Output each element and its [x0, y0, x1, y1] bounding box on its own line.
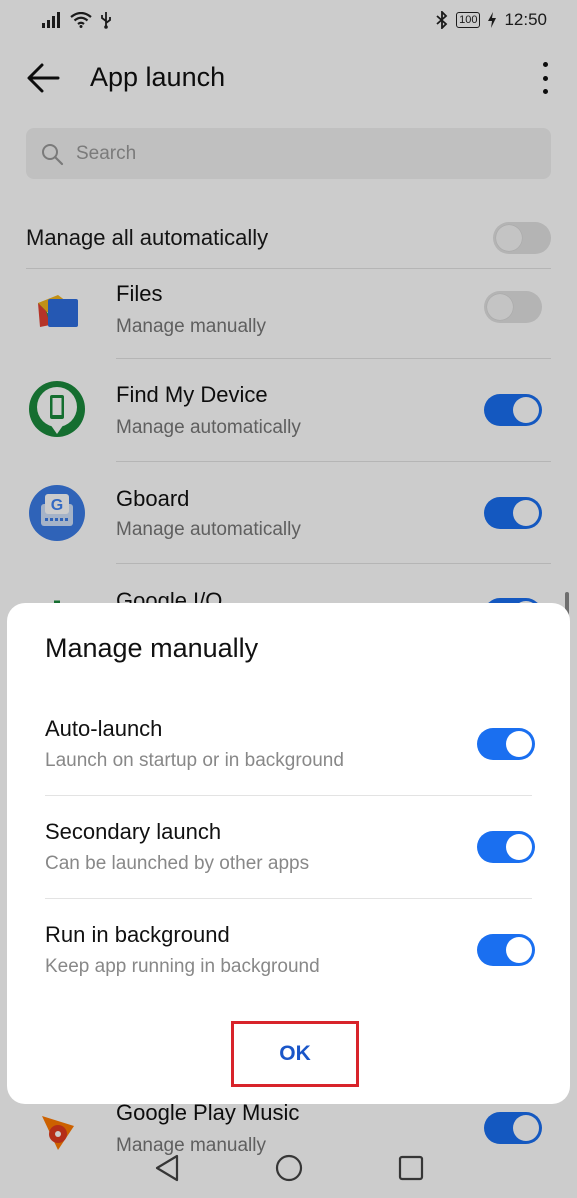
option-description: Keep app running in background — [45, 956, 320, 977]
option-label: Auto-launch — [45, 716, 163, 741]
divider — [45, 795, 532, 796]
ok-button[interactable]: OK — [231, 1021, 359, 1087]
manage-manually-dialog: Manage manually Auto-launch Launch on st… — [7, 603, 570, 1104]
option-label: Run in background — [45, 922, 230, 947]
option-description: Can be launched by other apps — [45, 853, 310, 874]
option-secondary-launch[interactable]: Secondary launch Can be launched by othe… — [45, 819, 535, 919]
auto-launch-toggle[interactable] — [477, 728, 535, 760]
option-description: Launch on startup or in background — [45, 750, 344, 771]
dialog-title: Manage manually — [45, 633, 259, 663]
secondary-launch-toggle[interactable] — [477, 831, 535, 863]
option-auto-launch[interactable]: Auto-launch Launch on startup or in back… — [45, 716, 535, 816]
divider — [45, 898, 532, 899]
run-in-background-toggle[interactable] — [477, 934, 535, 966]
option-run-in-background[interactable]: Run in background Keep app running in ba… — [45, 922, 535, 1022]
option-label: Secondary launch — [45, 819, 222, 844]
